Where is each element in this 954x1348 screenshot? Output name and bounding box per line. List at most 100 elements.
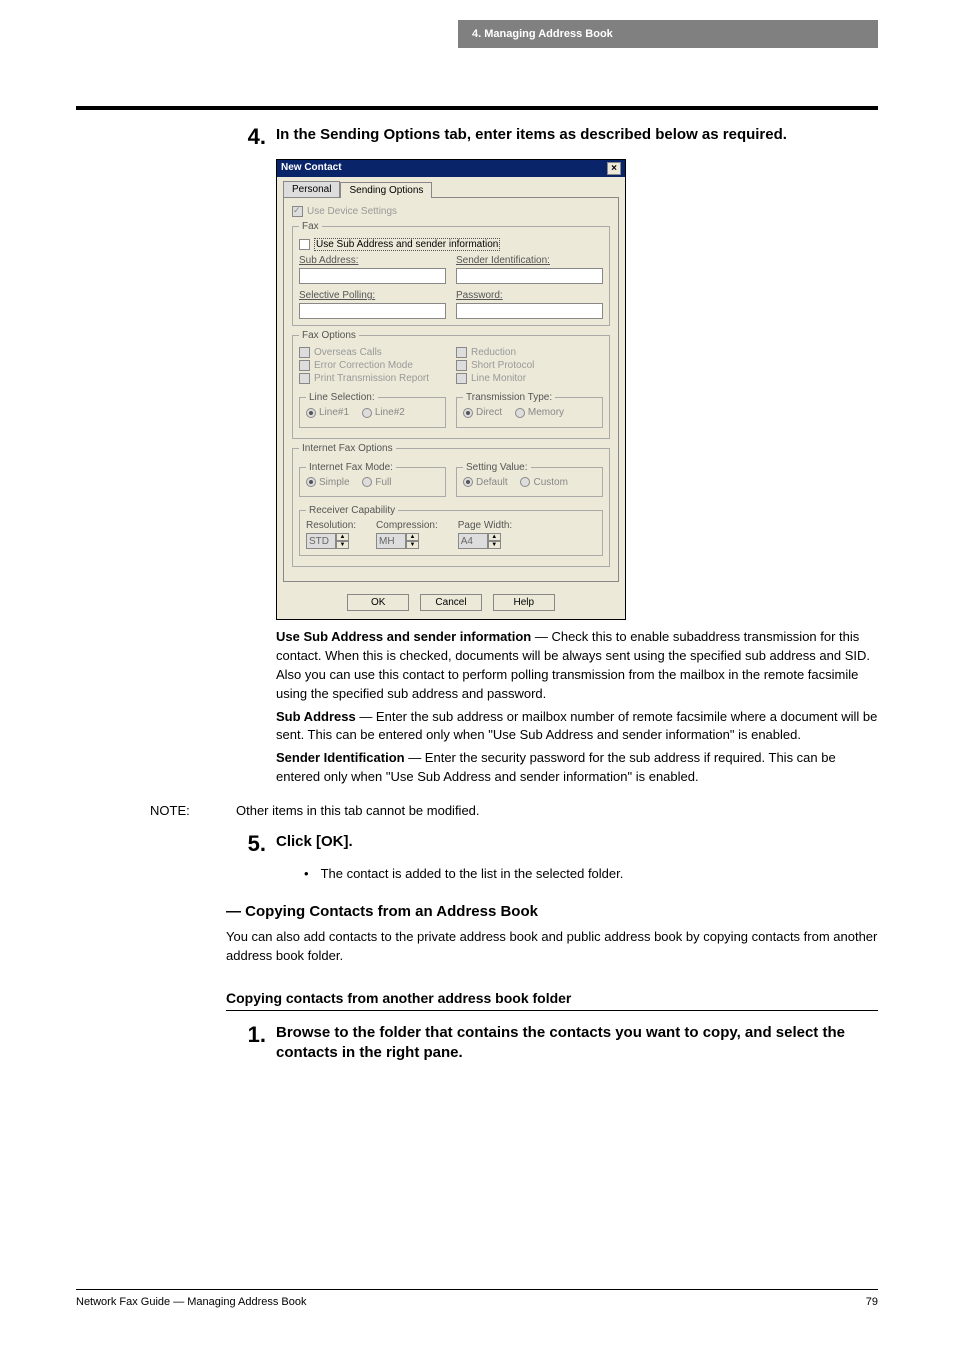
step-title: Click [OK]. xyxy=(276,832,878,852)
checkbox-icon xyxy=(299,347,310,358)
ecm-checkbox[interactable]: Error Correction Mode xyxy=(299,360,446,371)
selective-polling-label: Selective Polling: xyxy=(299,290,446,301)
line-selection-legend: Line Selection: xyxy=(306,392,378,403)
transmission-type-fieldset: Transmission Type: Direct Memory xyxy=(456,392,603,428)
help-button[interactable]: Help xyxy=(493,594,555,611)
page-width-label: Page Width: xyxy=(458,520,512,531)
overseas-calls-checkbox[interactable]: Overseas Calls xyxy=(299,347,446,358)
checkbox-icon xyxy=(299,239,310,250)
definition-text: — Enter the sub address or mailbox numbe… xyxy=(276,709,877,743)
tab-strip: Personal Sending Options xyxy=(277,177,625,197)
radio-icon xyxy=(306,408,316,418)
note-text: Other items in this tab cannot be modifi… xyxy=(226,803,878,818)
line-selection-fieldset: Line Selection: Line#1 Line#2 xyxy=(299,392,446,428)
step-number: 5. xyxy=(76,832,276,856)
use-sub-address-checkbox[interactable]: Use Sub Address and sender information xyxy=(299,238,603,251)
chevron-down-icon[interactable]: ▼ xyxy=(336,541,349,549)
step-title: In the Sending Options tab, enter items … xyxy=(276,125,878,145)
new-contact-dialog: New Contact × Personal Sending Options U… xyxy=(276,159,626,620)
sub-address-input[interactable] xyxy=(299,268,446,284)
chevron-up-icon[interactable]: ▲ xyxy=(406,533,419,541)
subsection-heading: Copying contacts from another address bo… xyxy=(226,990,878,1010)
page-content: 4. In the Sending Options tab, enter ite… xyxy=(76,125,878,1073)
definition-term: Sender Identification xyxy=(276,750,405,765)
chapter-label: 4. Managing Address Book xyxy=(458,20,878,48)
radio-label: Full xyxy=(375,477,391,488)
bullet-icon: • xyxy=(304,866,309,881)
line1-radio[interactable]: Line#1 xyxy=(306,407,349,418)
print-trans-report-checkbox[interactable]: Print Transmission Report xyxy=(299,373,446,384)
definition-sub-address: Sub Address — Enter the sub address or m… xyxy=(276,708,878,746)
page-footer: Network Fax Guide — Managing Address Boo… xyxy=(76,1289,878,1308)
radio-icon xyxy=(463,408,473,418)
checkbox-label: Error Correction Mode xyxy=(314,360,413,371)
stepper-value: MH xyxy=(376,533,406,549)
fax-options-fieldset: Fax Options Overseas Calls Error Correct… xyxy=(292,330,610,439)
section-paragraph: You can also add contacts to the private… xyxy=(226,928,878,966)
short-protocol-checkbox[interactable]: Short Protocol xyxy=(456,360,603,371)
custom-radio[interactable]: Custom xyxy=(520,477,567,488)
footer-page-number: 79 xyxy=(866,1296,878,1308)
dialog-button-row: OK Cancel Help xyxy=(277,588,625,619)
radio-icon xyxy=(463,477,473,487)
step-4: 4. In the Sending Options tab, enter ite… xyxy=(76,125,878,149)
fax-legend: Fax xyxy=(299,221,322,232)
radio-label: Simple xyxy=(319,477,350,488)
tab-panel: Use Device Settings Fax Use Sub Address … xyxy=(283,197,619,582)
reduction-checkbox[interactable]: Reduction xyxy=(456,347,603,358)
tab-sending-options[interactable]: Sending Options xyxy=(340,182,432,198)
page-header: 4. Managing Address Book xyxy=(0,20,954,50)
default-radio[interactable]: Default xyxy=(463,477,508,488)
stepper-value: STD xyxy=(306,533,336,549)
checkbox-label: Use Sub Address and sender information xyxy=(314,238,500,251)
internet-fax-mode-legend: Internet Fax Mode: xyxy=(306,462,396,473)
receiver-capability-fieldset: Receiver Capability Resolution: STD ▲▼ C xyxy=(299,505,603,556)
chevron-down-icon[interactable]: ▼ xyxy=(406,541,419,549)
chevron-up-icon[interactable]: ▲ xyxy=(336,533,349,541)
setting-value-legend: Setting Value: xyxy=(463,462,531,473)
line2-radio[interactable]: Line#2 xyxy=(362,407,405,418)
step-5-bullet: • The contact is added to the list in th… xyxy=(304,866,878,881)
resolution-stepper[interactable]: STD ▲▼ xyxy=(306,533,349,549)
radio-icon xyxy=(520,477,530,487)
receiver-capability-legend: Receiver Capability xyxy=(306,505,398,516)
selective-polling-input[interactable] xyxy=(299,303,446,319)
password-input[interactable] xyxy=(456,303,603,319)
close-icon[interactable]: × xyxy=(607,162,621,175)
note-label: NOTE: xyxy=(76,803,226,818)
simple-radio[interactable]: Simple xyxy=(306,477,350,488)
fax-options-legend: Fax Options xyxy=(299,330,359,341)
compression-stepper[interactable]: MH ▲▼ xyxy=(376,533,419,549)
resolution-label: Resolution: xyxy=(306,520,356,531)
checkbox-label: Reduction xyxy=(471,347,516,358)
chevron-up-icon[interactable]: ▲ xyxy=(488,533,501,541)
radio-icon xyxy=(306,477,316,487)
radio-label: Custom xyxy=(533,477,567,488)
full-radio[interactable]: Full xyxy=(362,477,391,488)
cancel-button[interactable]: Cancel xyxy=(420,594,482,611)
checkbox-label: Print Transmission Report xyxy=(314,373,429,384)
page-width-stepper[interactable]: A4 ▲▼ xyxy=(458,533,501,549)
radio-icon xyxy=(362,408,372,418)
tab-personal[interactable]: Personal xyxy=(283,181,340,197)
definition-sender-identification: Sender Identification — Enter the securi… xyxy=(276,749,878,787)
checkbox-icon xyxy=(299,373,310,384)
line-monitor-checkbox[interactable]: Line Monitor xyxy=(456,373,603,384)
stepper-arrows: ▲▼ xyxy=(488,533,501,549)
dialog-title-text: New Contact xyxy=(281,162,342,175)
use-device-settings-checkbox[interactable]: Use Device Settings xyxy=(292,206,610,217)
chevron-down-icon[interactable]: ▼ xyxy=(488,541,501,549)
step-title: Browse to the folder that contains the c… xyxy=(276,1023,878,1064)
memory-radio[interactable]: Memory xyxy=(515,407,564,418)
radio-label: Memory xyxy=(528,407,564,418)
internet-fax-options-legend: Internet Fax Options xyxy=(299,443,396,454)
direct-radio[interactable]: Direct xyxy=(463,407,502,418)
note-row: NOTE: Other items in this tab cannot be … xyxy=(76,803,878,818)
fax-fieldset: Fax Use Sub Address and sender informati… xyxy=(292,221,610,326)
dialog-titlebar: New Contact × xyxy=(277,160,625,177)
step-number: 1. xyxy=(76,1023,276,1064)
sender-id-input[interactable] xyxy=(456,268,603,284)
sender-id-label: Sender Identification: xyxy=(456,255,603,266)
radio-label: Direct xyxy=(476,407,502,418)
ok-button[interactable]: OK xyxy=(347,594,409,611)
